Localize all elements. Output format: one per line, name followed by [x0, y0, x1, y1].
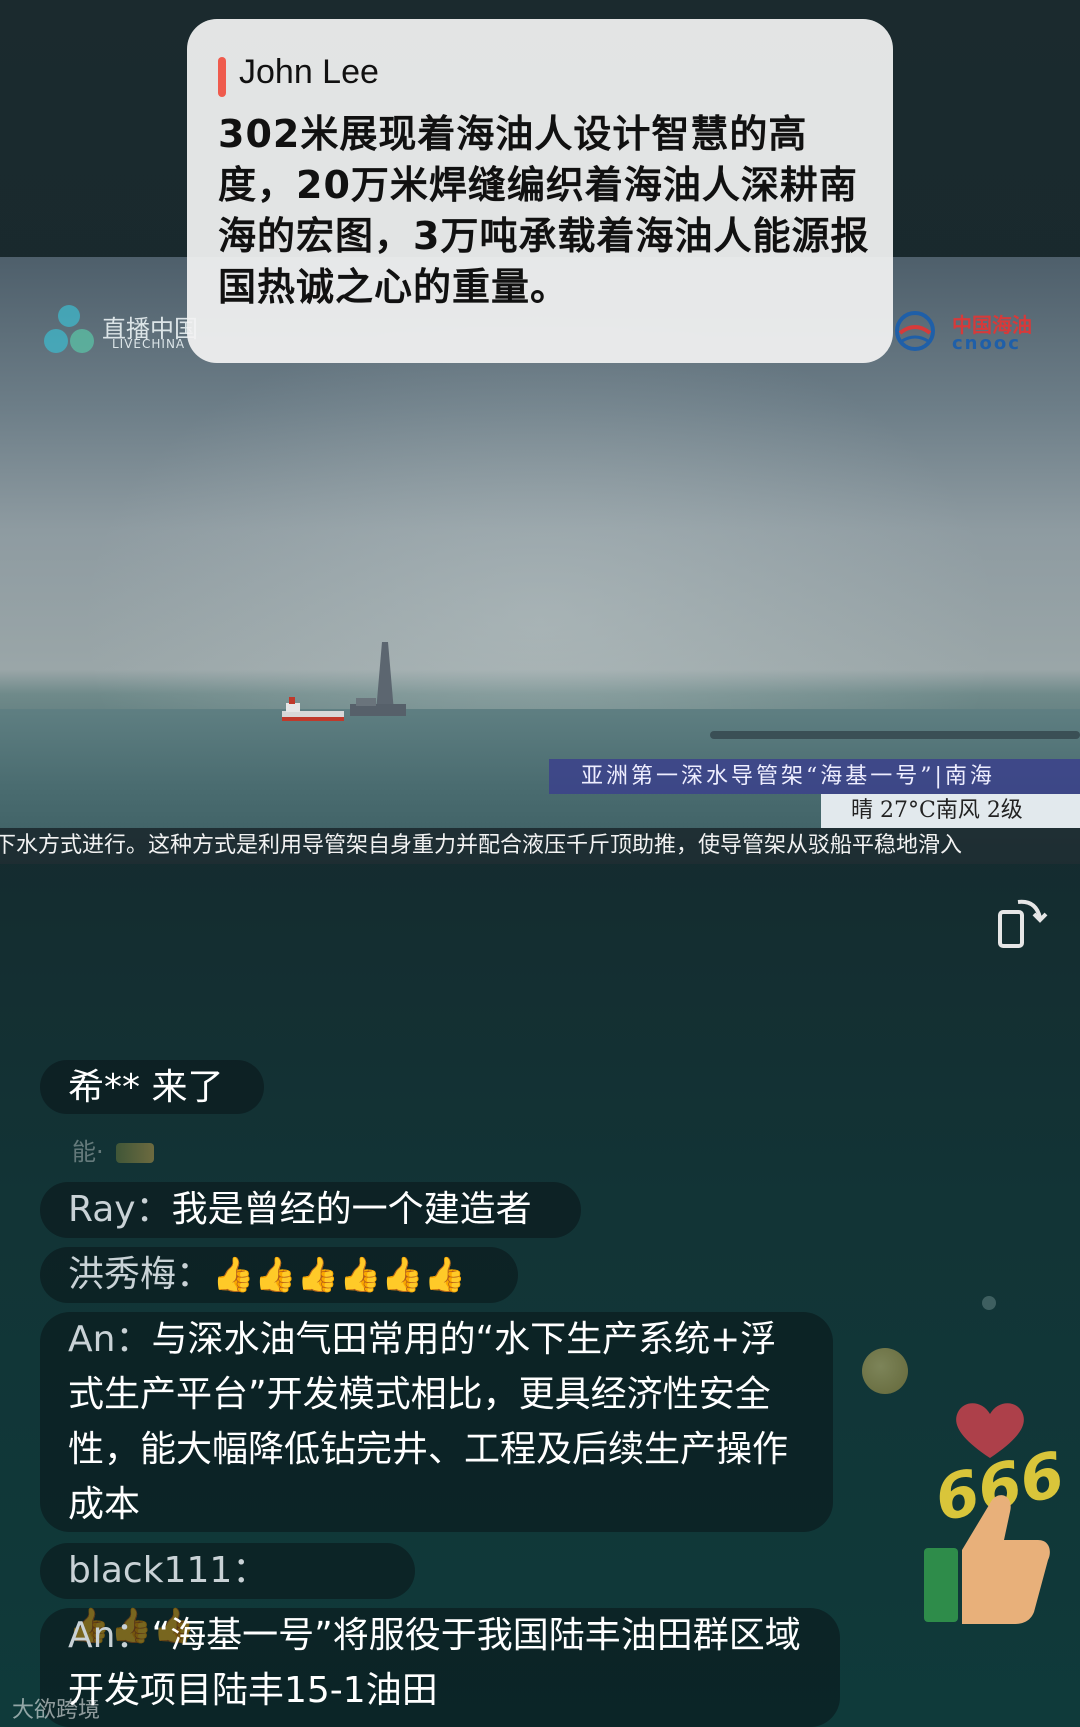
ship-image [280, 697, 350, 723]
faded-chat-item: 能· [72, 1132, 154, 1167]
chat-username: An： [68, 1615, 151, 1656]
chat-text: 与深水油气田常用的“水下生产系统+浮式生产平台”开发模式相比，更具经济性安全性，… [68, 1319, 788, 1525]
enter-notice-text: 希** 来了 [68, 1067, 223, 1108]
chat-username: An： [68, 1319, 151, 1360]
floating-dot [982, 1296, 996, 1310]
chat-message[interactable]: 洪秀梅：👍👍👍👍👍👍 [40, 1247, 518, 1303]
pinned-comment-card: John Lee 302米展现着海油人设计智慧的高度，20万米焊缝编织着海油人深… [187, 19, 893, 363]
chat-message[interactable]: An：“海基一号”将服役于我国陆丰油田群区域开发项目陆丰15-1油田 [40, 1608, 840, 1727]
user-badge [116, 1143, 154, 1163]
enter-notice: 希** 来了 [40, 1060, 264, 1114]
horizon-land [710, 731, 1080, 739]
floating-emoji-icon [862, 1348, 908, 1394]
cnooc-logo: 中国海油 cnooc [892, 307, 1052, 357]
chat-text: “海基一号”将服役于我国陆丰油田群区域开发项目陆丰15-1油田 [68, 1615, 801, 1711]
rig-image [348, 642, 408, 720]
livechina-logo-en: LIVECHINA [112, 337, 185, 351]
weather-caption: 晴 27°C南风 2级 [821, 794, 1080, 828]
rotate-screen-icon[interactable] [996, 896, 1048, 950]
faded-chat-name: 能· [72, 1138, 104, 1166]
chat-username: 洪秀梅： [68, 1254, 212, 1295]
chat-text: 我是曾经的一个建造者 [172, 1189, 532, 1230]
watermark: 大欲跨境 [12, 1692, 100, 1724]
cnooc-mark-icon [892, 309, 938, 353]
thumbs-up-emojis: 👍👍👍👍👍👍 [212, 1248, 466, 1303]
pinned-comment-text: 302米展现着海油人设计智慧的高度，20万米焊缝编织着海油人深耕南海的宏图，3万… [218, 109, 878, 313]
pinned-accent-bar [218, 57, 226, 97]
chat-username: Ray： [68, 1189, 172, 1230]
video-caption: 亚洲第一深水导管架“海基一号”|南海 [549, 759, 1080, 794]
thumbs-up-icon [922, 1488, 1052, 1628]
chat-message[interactable]: Ray：我是曾经的一个建造者 [40, 1182, 581, 1238]
cnooc-logo-en: cnooc [952, 333, 1021, 354]
video-subtitle: 下水方式进行。这种方式是利用导管架自身重力并配合液压千斤顶助推，使导管架从驳船平… [0, 828, 1080, 864]
chat-username: black111： [68, 1550, 268, 1591]
pinned-comment-author: John Lee [239, 53, 379, 92]
chat-message[interactable]: An：与深水油气田常用的“水下生产系统+浮式生产平台”开发模式相比，更具经济性安… [40, 1312, 833, 1532]
chat-message[interactable]: black111：👍👍👍 [40, 1543, 415, 1599]
